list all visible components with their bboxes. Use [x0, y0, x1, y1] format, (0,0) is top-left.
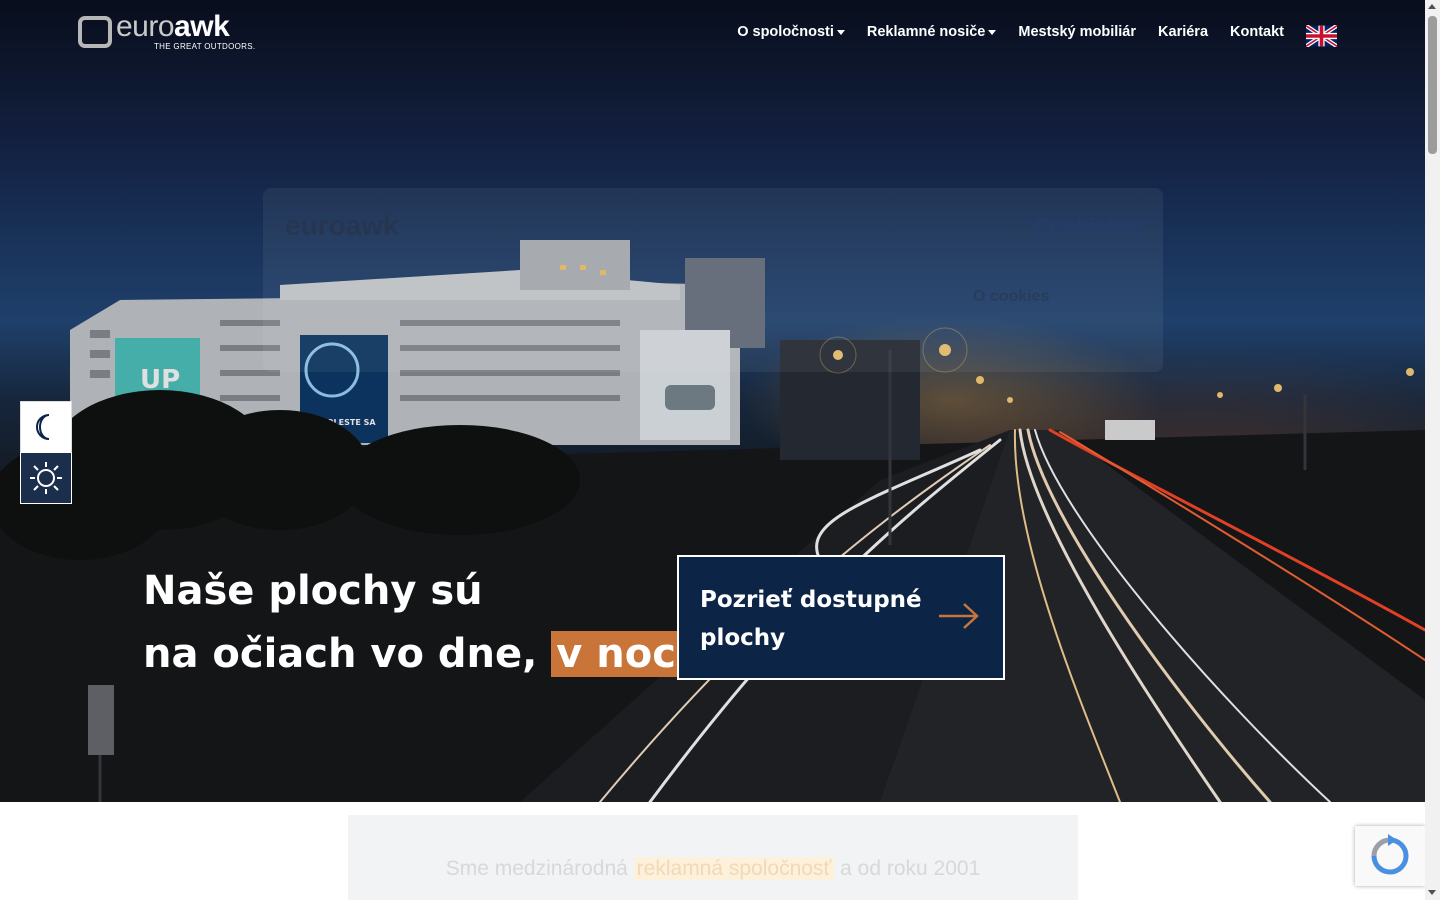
uk-flag-icon[interactable]: [1306, 25, 1337, 47]
arrow-right-icon: [939, 603, 979, 629]
nav-item-o-spolocnosti[interactable]: O spoločnosti: [737, 24, 845, 40]
logo-tagline: THE GREAT OUTDOORS.: [154, 42, 256, 51]
day-mode-button[interactable]: [20, 452, 72, 504]
cookie-banner-logo: euroawk: [285, 210, 399, 241]
scroll-up-arrow-icon[interactable]: [1428, 4, 1436, 9]
euroawk-logo[interactable]: euroawk THE GREAT OUTDOORS.: [78, 10, 255, 56]
scroll-thumb[interactable]: [1428, 16, 1437, 154]
headline-line-2: na očiach vo dne, v noci: [143, 623, 695, 686]
view-available-spaces-button[interactable]: Pozrieť dostupné plochy: [677, 555, 1005, 680]
nav-item-kontakt[interactable]: Kontakt: [1230, 24, 1284, 40]
headline-highlight: v noci: [551, 631, 695, 677]
intro-highlight: reklamná spoločnosť: [633, 857, 835, 880]
intro-section: Sme medzinárodná reklamná spoločnosť a o…: [348, 815, 1078, 900]
caret-down-icon: [836, 29, 845, 35]
sun-icon: [30, 462, 62, 494]
intro-text: Sme medzinárodná reklamná spoločnosť a o…: [445, 857, 981, 880]
recaptcha-badge[interactable]: [1355, 826, 1425, 886]
nav-item-mestsky-mobiliar[interactable]: Mestský mobiliár: [1018, 24, 1136, 40]
day-night-toggle: [20, 401, 72, 504]
headline-line-1: Naše plochy sú: [143, 568, 483, 614]
caret-down-icon: [988, 29, 997, 35]
nav-item-reklamne-nosice[interactable]: Reklamné nosiče: [867, 24, 997, 40]
recaptcha-icon: [1371, 834, 1409, 875]
scroll-down-arrow-icon[interactable]: [1428, 890, 1436, 895]
logo-frame-icon: [78, 16, 112, 48]
nav-item-kariera[interactable]: Kariéra: [1158, 24, 1208, 40]
main-menu: O spoločnosti Reklamné nosiče Mestský mo…: [737, 24, 1284, 40]
cookie-banner: euroawk Cookiebot O cookies: [263, 188, 1163, 372]
cta-label: Pozrieť dostupné plochy: [700, 587, 922, 651]
moon-icon: [36, 414, 50, 440]
hero-headline: Naše plochy sú na očiach vo dne, v noci: [143, 560, 695, 686]
page-scrollbar[interactable]: [1425, 0, 1440, 900]
logo-wordmark: euroawk: [116, 10, 230, 43]
cookiebot-logo: Cookiebot: [1033, 214, 1141, 239]
top-navigation: euroawk THE GREAT OUTDOORS. O spoločnost…: [0, 0, 1425, 72]
night-mode-button[interactable]: [20, 401, 72, 453]
cookie-banner-heading: O cookies: [973, 288, 1050, 305]
